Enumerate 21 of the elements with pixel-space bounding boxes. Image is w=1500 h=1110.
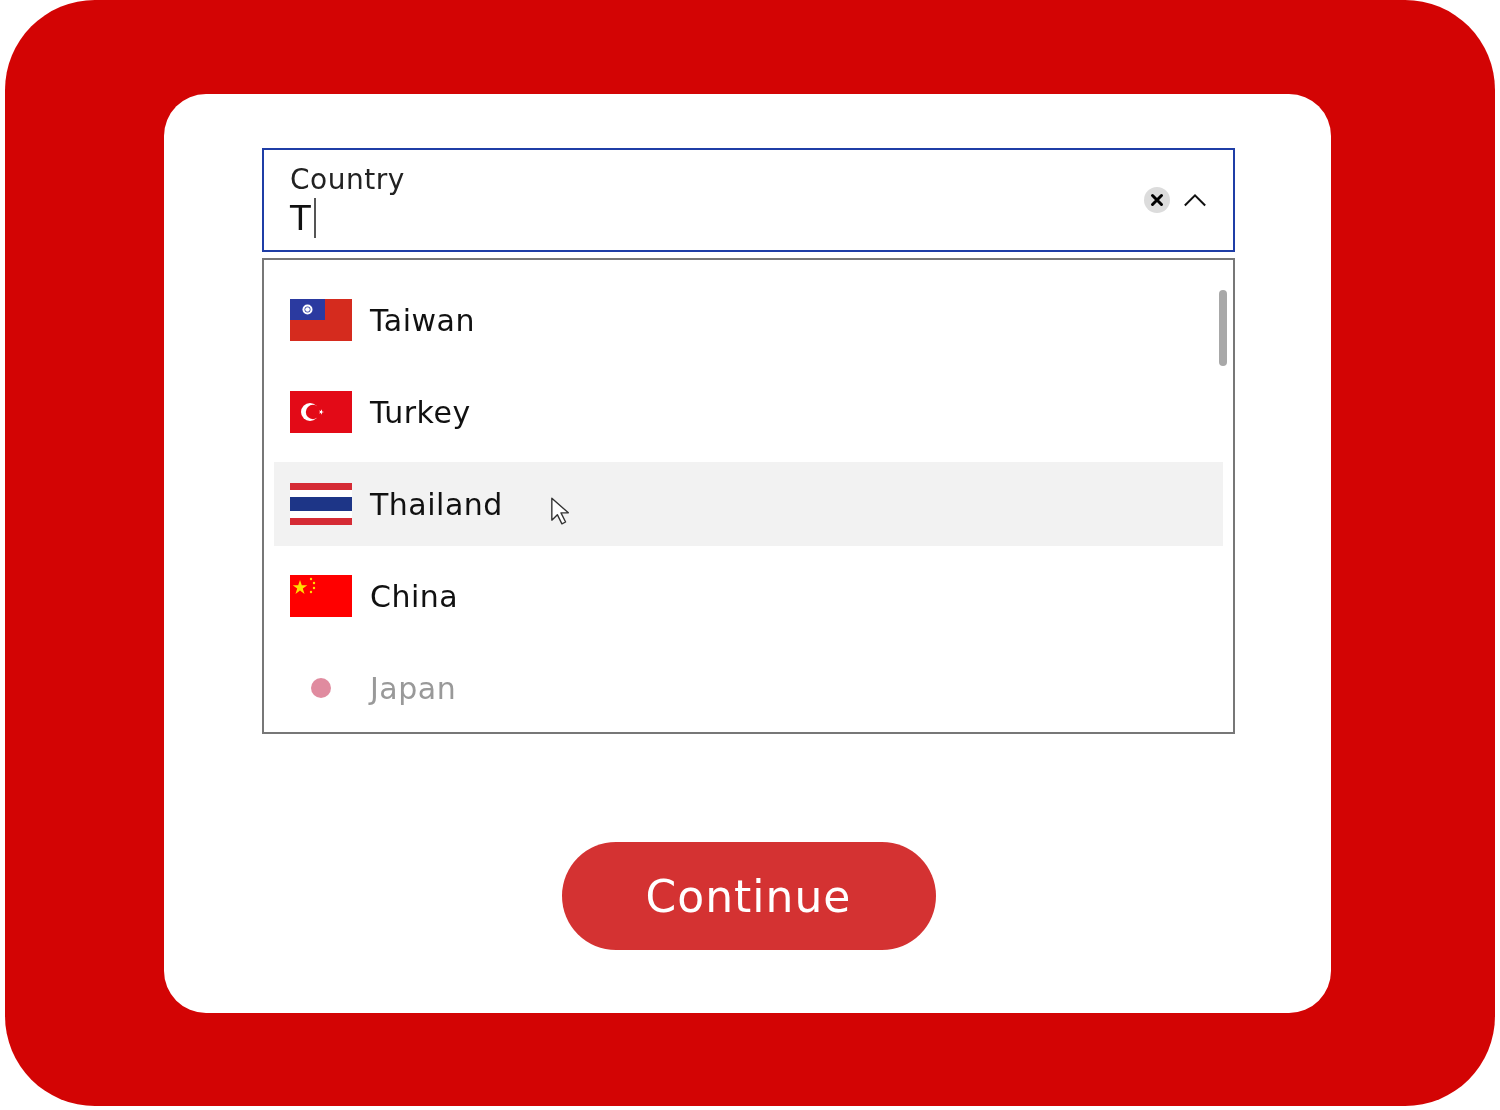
chevron-up-icon[interactable] [1183,192,1207,208]
field-label: Country [290,162,405,196]
flag-icon [290,299,352,341]
country-option[interactable]: Turkey [274,370,1223,454]
country-option[interactable]: Thailand [274,462,1223,546]
flag-icon [290,575,352,617]
country-name: Taiwan [370,302,475,338]
field-value: T [290,197,316,238]
country-name: Thailand [370,486,503,522]
flag-icon [290,391,352,433]
country-name: Turkey [370,394,471,430]
scrollbar-thumb[interactable] [1219,290,1227,366]
country-option[interactable]: China [274,554,1223,638]
country-name: China [370,578,459,614]
continue-button[interactable]: Continue [561,842,936,950]
country-name: Japan [370,670,457,706]
country-field[interactable]: Country T [262,148,1235,252]
clear-icon[interactable] [1143,186,1171,214]
flag-icon [290,483,352,525]
pointer-cursor-icon [550,496,572,526]
country-option[interactable]: Taiwan [274,278,1223,362]
